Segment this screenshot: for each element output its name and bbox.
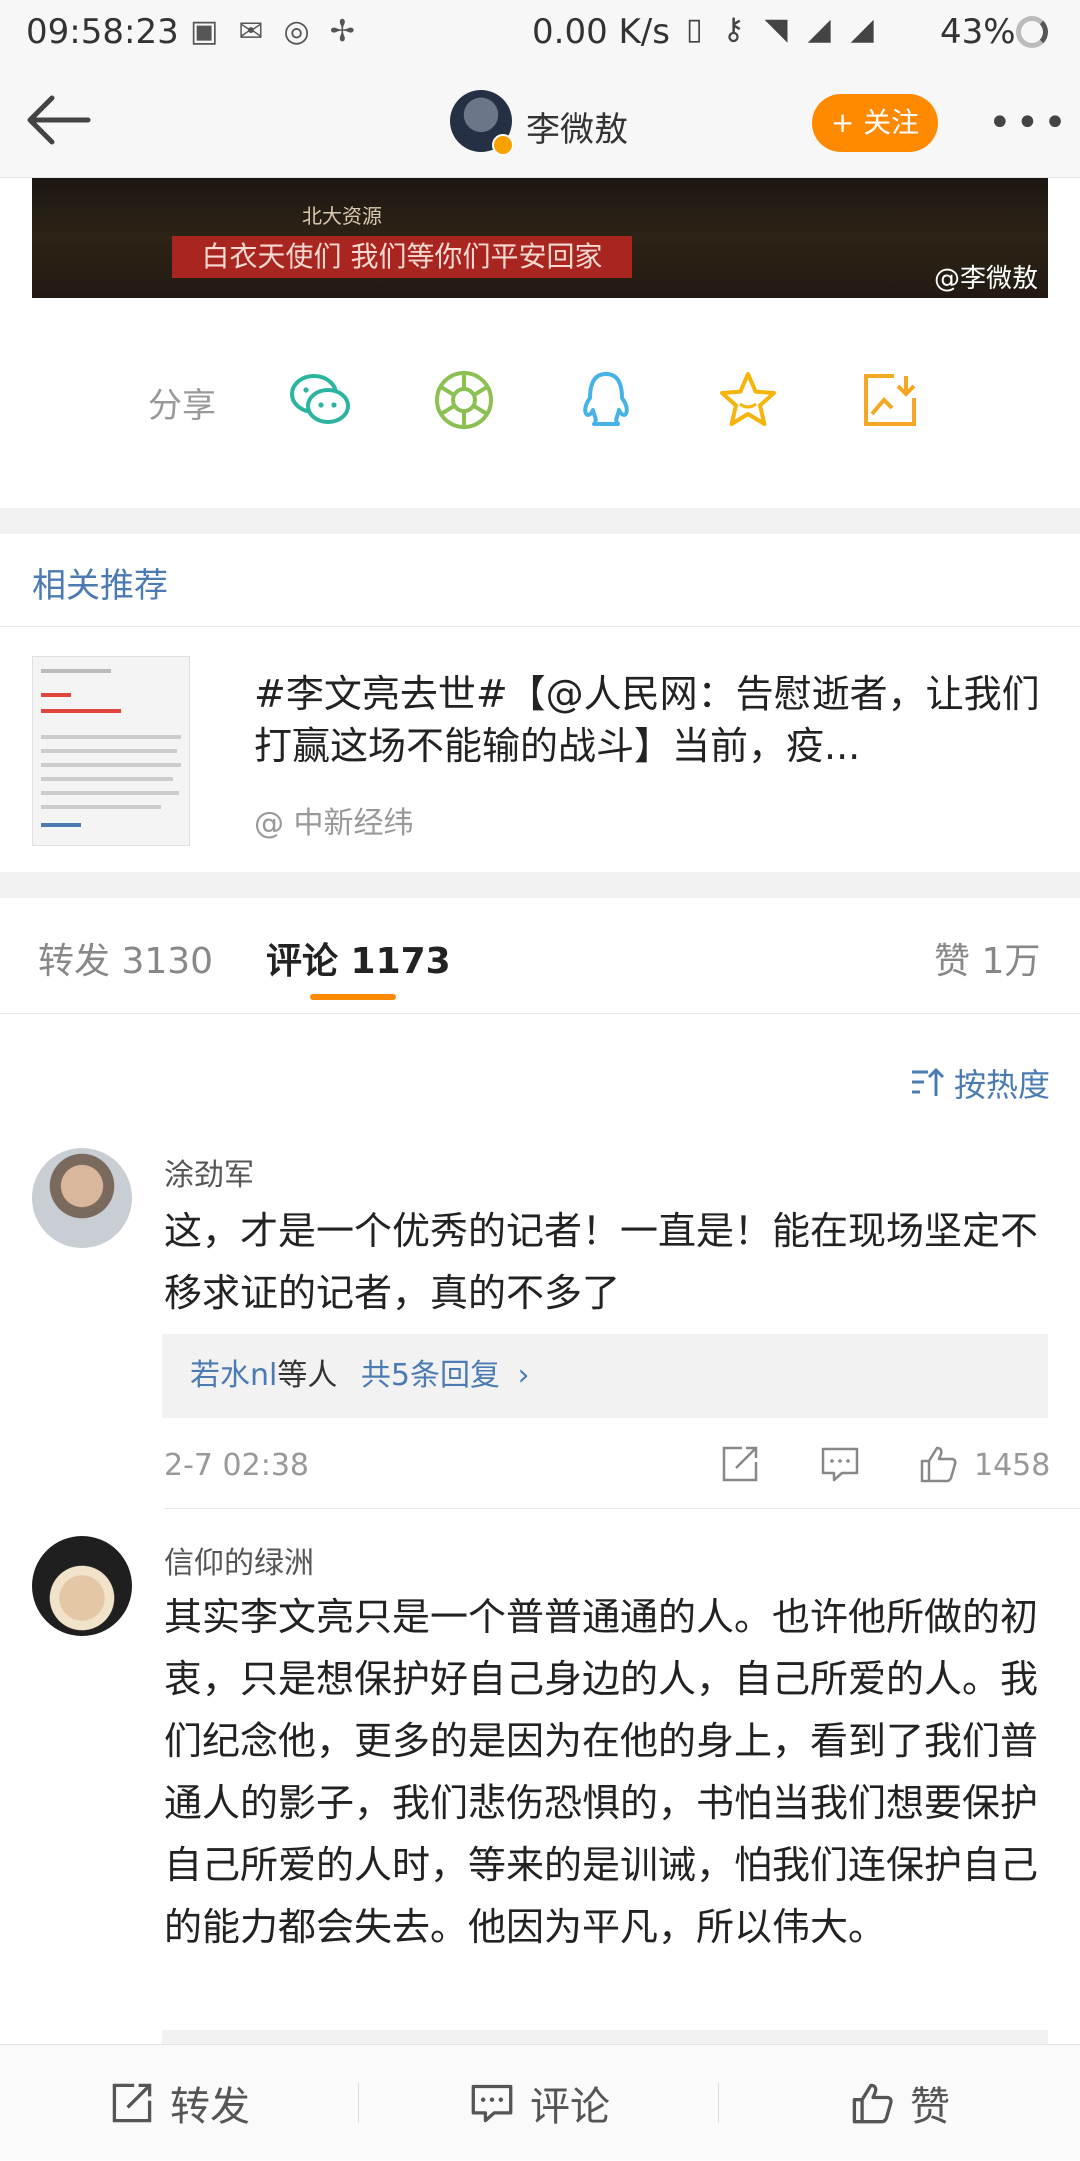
- battery-icon: [1016, 16, 1048, 48]
- net-speed: 0.00 K/s: [532, 12, 670, 52]
- repost-label: 转发: [170, 2084, 250, 2130]
- section-gap: [0, 508, 1080, 534]
- wifi-icon: ◥: [764, 12, 788, 47]
- phone-icon: ▯: [686, 12, 703, 47]
- message-icon: ▣: [190, 14, 219, 49]
- pinwheel-icon: ✢: [329, 14, 355, 49]
- post-image[interactable]: 北大资源 白衣天使们 我们等你们平安回家 @李微敖: [32, 178, 1048, 298]
- like-icon[interactable]: [918, 1444, 958, 1484]
- share-row: 分享: [0, 298, 1080, 508]
- comment-label: 评论: [530, 2084, 610, 2130]
- wechat-icon[interactable]: [288, 368, 352, 432]
- like-count: 1458: [974, 1448, 1051, 1483]
- comment-replies-box[interactable]: 若水nl等人 共5条回复 ›: [162, 1334, 1048, 1418]
- like-button[interactable]: 赞: [720, 2045, 1080, 2161]
- reply-count-link[interactable]: 共5条回复: [361, 1358, 500, 1393]
- like-icon: [852, 2083, 893, 2124]
- image-watermark: @李微敖: [933, 264, 1038, 294]
- author-name[interactable]: 李微敖: [526, 102, 628, 151]
- signal-2-icon: ◢: [850, 12, 874, 47]
- comment-replies-box: [162, 2030, 1048, 2044]
- comment-button[interactable]: 评论: [360, 2045, 720, 2161]
- reply-comment-icon[interactable]: [820, 1444, 860, 1484]
- status-time: 09:58:23: [26, 12, 179, 52]
- battery-level: 43%: [940, 12, 1016, 52]
- comment-time: 2-7 02:38: [164, 1448, 309, 1483]
- chevron-right-icon: ›: [517, 1358, 530, 1393]
- status-bar: 09:58:23 ▣ ✉ ◎ ✢ 0.00 K/s ▯ ⚷ ◥ ◢ ◢ 43%: [0, 0, 1080, 66]
- related-header: 相关推荐: [32, 566, 168, 606]
- favorite-icon[interactable]: [716, 368, 780, 432]
- photo-brand-text: 北大资源: [302, 204, 382, 228]
- reply-users-suffix: 等人: [277, 1358, 338, 1393]
- share-label: 分享: [148, 386, 216, 426]
- photo-banner-text: 白衣天使们 我们等你们平安回家: [172, 236, 632, 278]
- sort-label: 按热度: [954, 1066, 1051, 1104]
- more-options-icon[interactable]: •••: [988, 103, 1071, 143]
- verified-badge-icon: [492, 134, 514, 156]
- share-comment-icon[interactable]: [720, 1444, 760, 1484]
- comment-icon: [471, 2084, 513, 2123]
- key-icon: ⚷: [722, 12, 745, 47]
- comment-text: 这，才是一个优秀的记者！一直是！能在现场坚定不移求证的记者，真的不多了: [164, 1209, 1039, 1315]
- interaction-tabs: 转发 3130 评论 1173 赞 1万: [0, 898, 1080, 1014]
- bottom-action-bar: 转发 评论 赞: [0, 2044, 1080, 2160]
- avatar[interactable]: [32, 1148, 132, 1248]
- like-label: 赞: [910, 2084, 950, 2130]
- active-tab-indicator: [310, 994, 396, 1000]
- moments-icon[interactable]: [432, 368, 496, 432]
- weibo-icon: ◎: [283, 14, 310, 49]
- save-image-icon[interactable]: [858, 368, 922, 432]
- avatar[interactable]: [32, 1536, 132, 1636]
- tab-repost[interactable]: 转发 3130: [38, 932, 213, 984]
- comment-author[interactable]: 信仰的绿洲: [164, 1538, 314, 1582]
- repost-icon: [112, 2083, 152, 2123]
- repost-button[interactable]: 转发: [0, 2045, 360, 2161]
- top-nav: 李微敖 + 关注 •••: [0, 66, 1080, 178]
- signal-icon: ◢: [807, 12, 831, 47]
- related-thumbnail[interactable]: [32, 656, 190, 846]
- related-source[interactable]: @ 中新经纬: [254, 798, 414, 842]
- follow-button[interactable]: + 关注: [812, 94, 938, 152]
- tab-like[interactable]: 赞 1万: [934, 932, 1040, 984]
- sort-toggle[interactable]: 按热度: [910, 1060, 1050, 1106]
- qq-icon[interactable]: [574, 368, 638, 432]
- comment-author[interactable]: 涂劲军: [164, 1150, 254, 1194]
- reply-users[interactable]: 若水nl: [190, 1358, 277, 1393]
- sort-icon: [912, 1067, 945, 1096]
- tab-comment[interactable]: 评论 1173: [266, 932, 451, 984]
- back-arrow-icon[interactable]: [24, 90, 94, 150]
- comment-text: 其实李文亮只是一个普普通通的人。也许他所做的初衷，只是想保护好自己身边的人，自己…: [164, 1595, 1039, 1949]
- mail-icon: ✉: [238, 14, 264, 49]
- section-gap: [0, 872, 1080, 898]
- related-title[interactable]: #李文亮去世#【@人民网：告慰逝者，让我们打赢这场不能输的战斗】当前，疫...: [254, 668, 1044, 772]
